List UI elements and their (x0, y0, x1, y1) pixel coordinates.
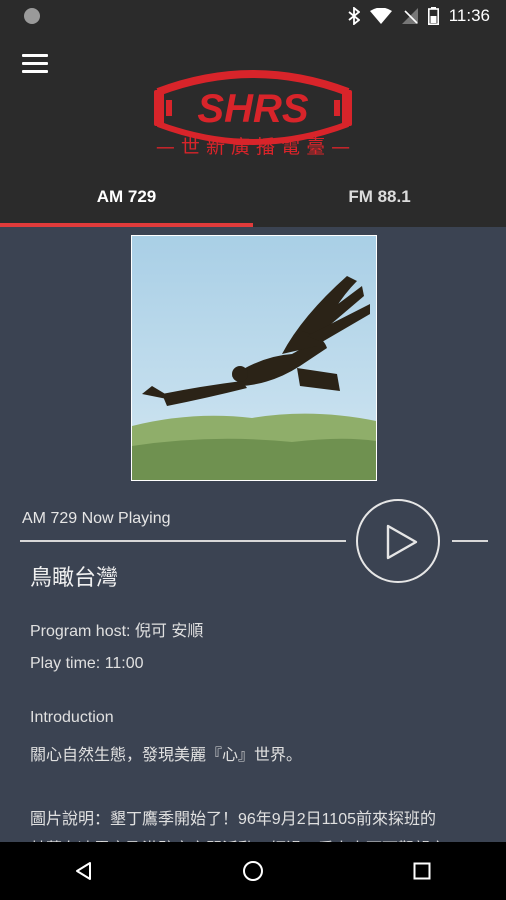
station-logo: SHRS — 世 新 廣 播 電 臺 — (118, 60, 388, 162)
tab-am-729[interactable]: AM 729 (0, 167, 253, 227)
app-header: SHRS — 世 新 廣 播 電 臺 — (0, 32, 506, 167)
bluetooth-icon (348, 7, 360, 25)
now-playing-label: AM 729 Now Playing (22, 510, 171, 527)
program-artwork (131, 235, 377, 481)
status-icons: 11:36 (348, 0, 490, 32)
introduction-text: 關心自然生態，發現美麗『心』世界。 (30, 747, 303, 764)
progress-divider-left (20, 540, 346, 542)
progress-divider-right (452, 540, 488, 542)
program-host: Program host: 倪可 安順 (30, 623, 204, 640)
back-triangle-icon[interactable] (54, 842, 114, 900)
recents-square-icon[interactable] (392, 842, 452, 900)
battery-icon (427, 7, 439, 25)
notification-dot-icon (24, 8, 40, 24)
introduction-label: Introduction (30, 709, 114, 726)
logo-text: SHRS (197, 87, 308, 131)
station-subtitle: — 世 新 廣 播 電 臺 — (155, 136, 351, 158)
system-nav-bar (0, 842, 506, 900)
tab-fm-88-1[interactable]: FM 88.1 (253, 167, 506, 227)
play-button[interactable] (356, 499, 440, 583)
play-icon (386, 524, 418, 560)
band-tabs: AM 729 FM 88.1 (0, 167, 506, 227)
tab-am-729-label: AM 729 (96, 187, 157, 206)
image-caption-line-1: 圖片說明：墾丁鷹季開始了！96年9月2日1105前來探班的 (30, 811, 437, 828)
no-signal-icon (401, 8, 418, 24)
program-title: 鳥瞰台灣 (30, 565, 119, 590)
tab-fm-88-1-label: FM 88.1 (348, 187, 411, 206)
home-circle-icon[interactable] (223, 842, 283, 900)
play-time: Play time: 11:00 (30, 655, 144, 672)
wifi-icon (369, 8, 392, 24)
status-time: 11:36 (448, 6, 490, 25)
menu-icon[interactable] (22, 54, 48, 74)
status-bar: 11:36 (0, 0, 506, 32)
